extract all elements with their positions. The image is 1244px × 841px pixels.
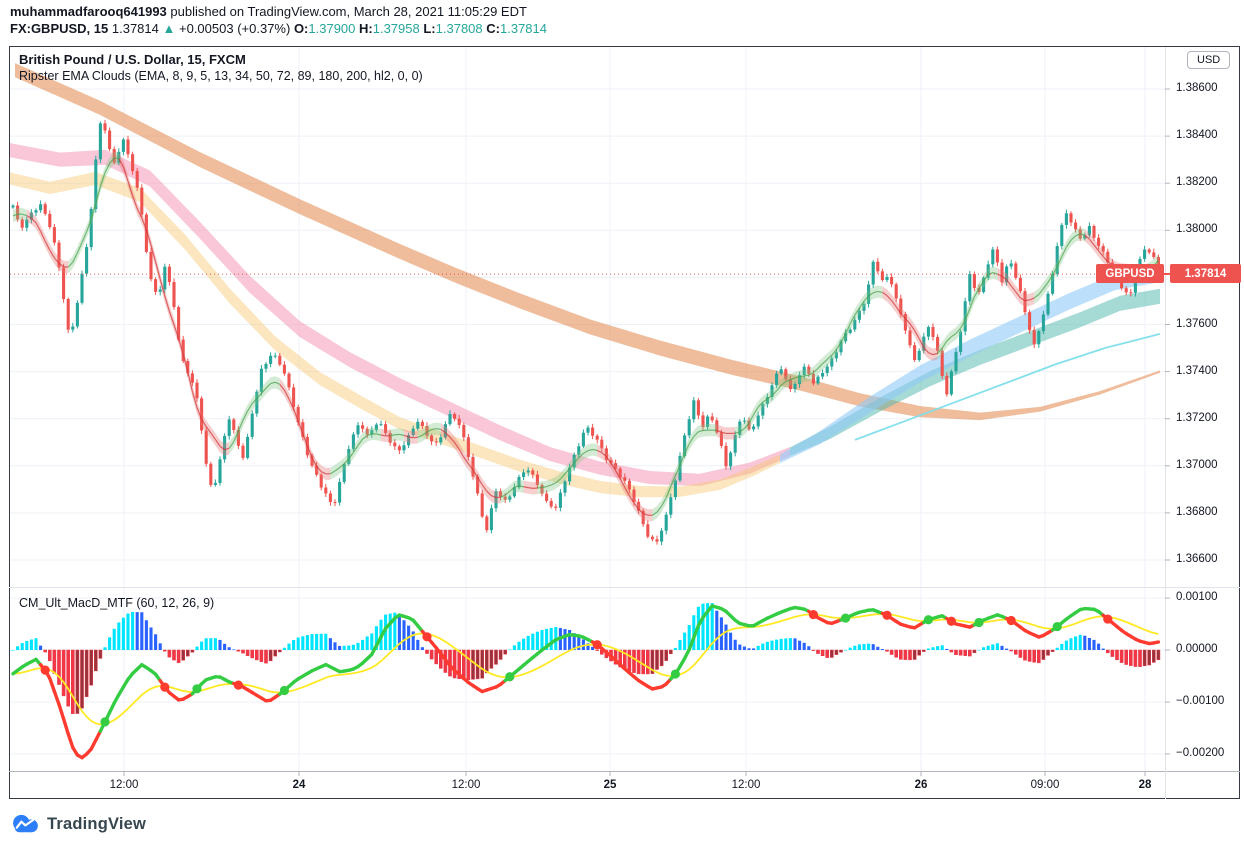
price-tick-label: 1.36600 (1176, 553, 1218, 565)
price-tick-label: 1.37600 (1176, 317, 1218, 330)
tradingview-cloud-icon (13, 814, 38, 833)
low-value: 1.37808 (435, 21, 483, 36)
tradingview-snapshot: muhammadfarooq641993 published on Tradin… (0, 0, 1244, 841)
price-tick-label: 1.38600 (1176, 82, 1218, 94)
tradingview-logo[interactable]: TradingView (10, 813, 146, 835)
price-change: +0.00503 (+0.37%) (179, 21, 291, 36)
macd-tick-label: −0.00100 (1176, 695, 1225, 707)
publish-line: muhammadfarooq641993 published on Tradin… (10, 4, 527, 20)
time-tick-label: 09:00 (1030, 779, 1060, 791)
chart-canvas[interactable] (9, 46, 1240, 799)
time-tick-label: 12:00 (109, 779, 139, 791)
time-tick-label: 12:00 (731, 779, 761, 791)
price-tick-label: 1.38000 (1176, 223, 1218, 236)
username: muhammadfarooq641993 (10, 4, 167, 19)
price-tick-label: 1.37400 (1176, 364, 1218, 377)
symbol-name: FX:GBPUSD, 15 (10, 21, 109, 36)
close-value: 1.37814 (499, 21, 547, 36)
time-tick-label: 28 (1138, 779, 1152, 791)
ema-clouds-indicator-label: Ripster EMA Clouds (EMA, 8, 9, 5, 13, 34… (19, 69, 423, 83)
low-label: L: (423, 21, 436, 36)
open-label: O: (293, 21, 309, 36)
up-arrow-icon: ▲ (162, 21, 176, 36)
high-label: H: (359, 21, 373, 36)
time-tick-label: 24 (292, 779, 306, 791)
published-text: published on TradingView.com, March 28, … (170, 4, 527, 19)
price-tick-label: 1.36800 (1176, 505, 1218, 518)
open-value: 1.37900 (308, 21, 356, 36)
price-tick-label: 1.37000 (1176, 458, 1218, 471)
macd-tick-label: 0.00000 (1176, 643, 1218, 655)
symbol-price-badge: GBPUSD (1096, 264, 1164, 283)
close-label: C: (486, 21, 500, 36)
last-price-badge: 1.37814 (1170, 264, 1241, 283)
price-tick-label: 1.38400 (1176, 129, 1218, 142)
price-tick-label: 1.38200 (1176, 176, 1218, 189)
symbol-line: FX:GBPUSD, 15 1.37814 ▲ +0.00503 (+0.37%… (10, 21, 547, 37)
time-tick-label: 12:00 (451, 779, 481, 791)
chart-title: British Pound / U.S. Dollar, 15, FXCM (19, 52, 246, 67)
price-tick-label: 1.37200 (1176, 411, 1218, 424)
macd-tick-label: 0.00100 (1176, 591, 1218, 603)
high-value: 1.37958 (372, 21, 420, 36)
time-tick-label: 26 (914, 779, 928, 791)
time-tick-label: 25 (603, 779, 617, 791)
macd-indicator-label: CM_Ult_MacD_MTF (60, 12, 26, 9) (19, 596, 215, 610)
macd-tick-label: −0.00200 (1176, 747, 1225, 759)
tradingview-logo-text: TradingView (47, 814, 147, 833)
currency-toggle-button[interactable]: USD (1187, 51, 1231, 69)
last-price: 1.37814 (111, 21, 159, 36)
